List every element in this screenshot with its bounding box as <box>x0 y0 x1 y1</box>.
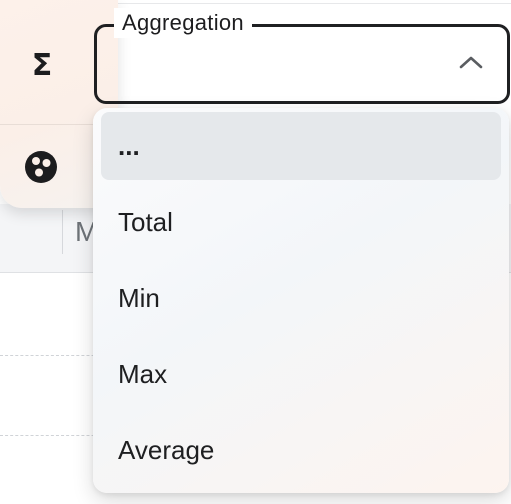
option-average[interactable]: Average <box>101 416 501 484</box>
option-max[interactable]: Max <box>101 340 501 408</box>
column-divider[interactable] <box>62 210 63 254</box>
aggregation-label: Aggregation <box>114 8 252 38</box>
chevron-up-icon[interactable] <box>456 50 486 74</box>
sigma-icon[interactable]: Σ <box>28 48 56 83</box>
aggregation-options-menu: ... Total Min Max Average <box>93 108 509 493</box>
option-total[interactable]: Total <box>101 188 501 256</box>
screen: M Σ Aggregation ... Total Min Max Averag… <box>0 0 511 504</box>
option-min[interactable]: Min <box>101 264 501 332</box>
palette-icon[interactable] <box>23 149 59 185</box>
option-empty[interactable]: ... <box>101 112 501 180</box>
